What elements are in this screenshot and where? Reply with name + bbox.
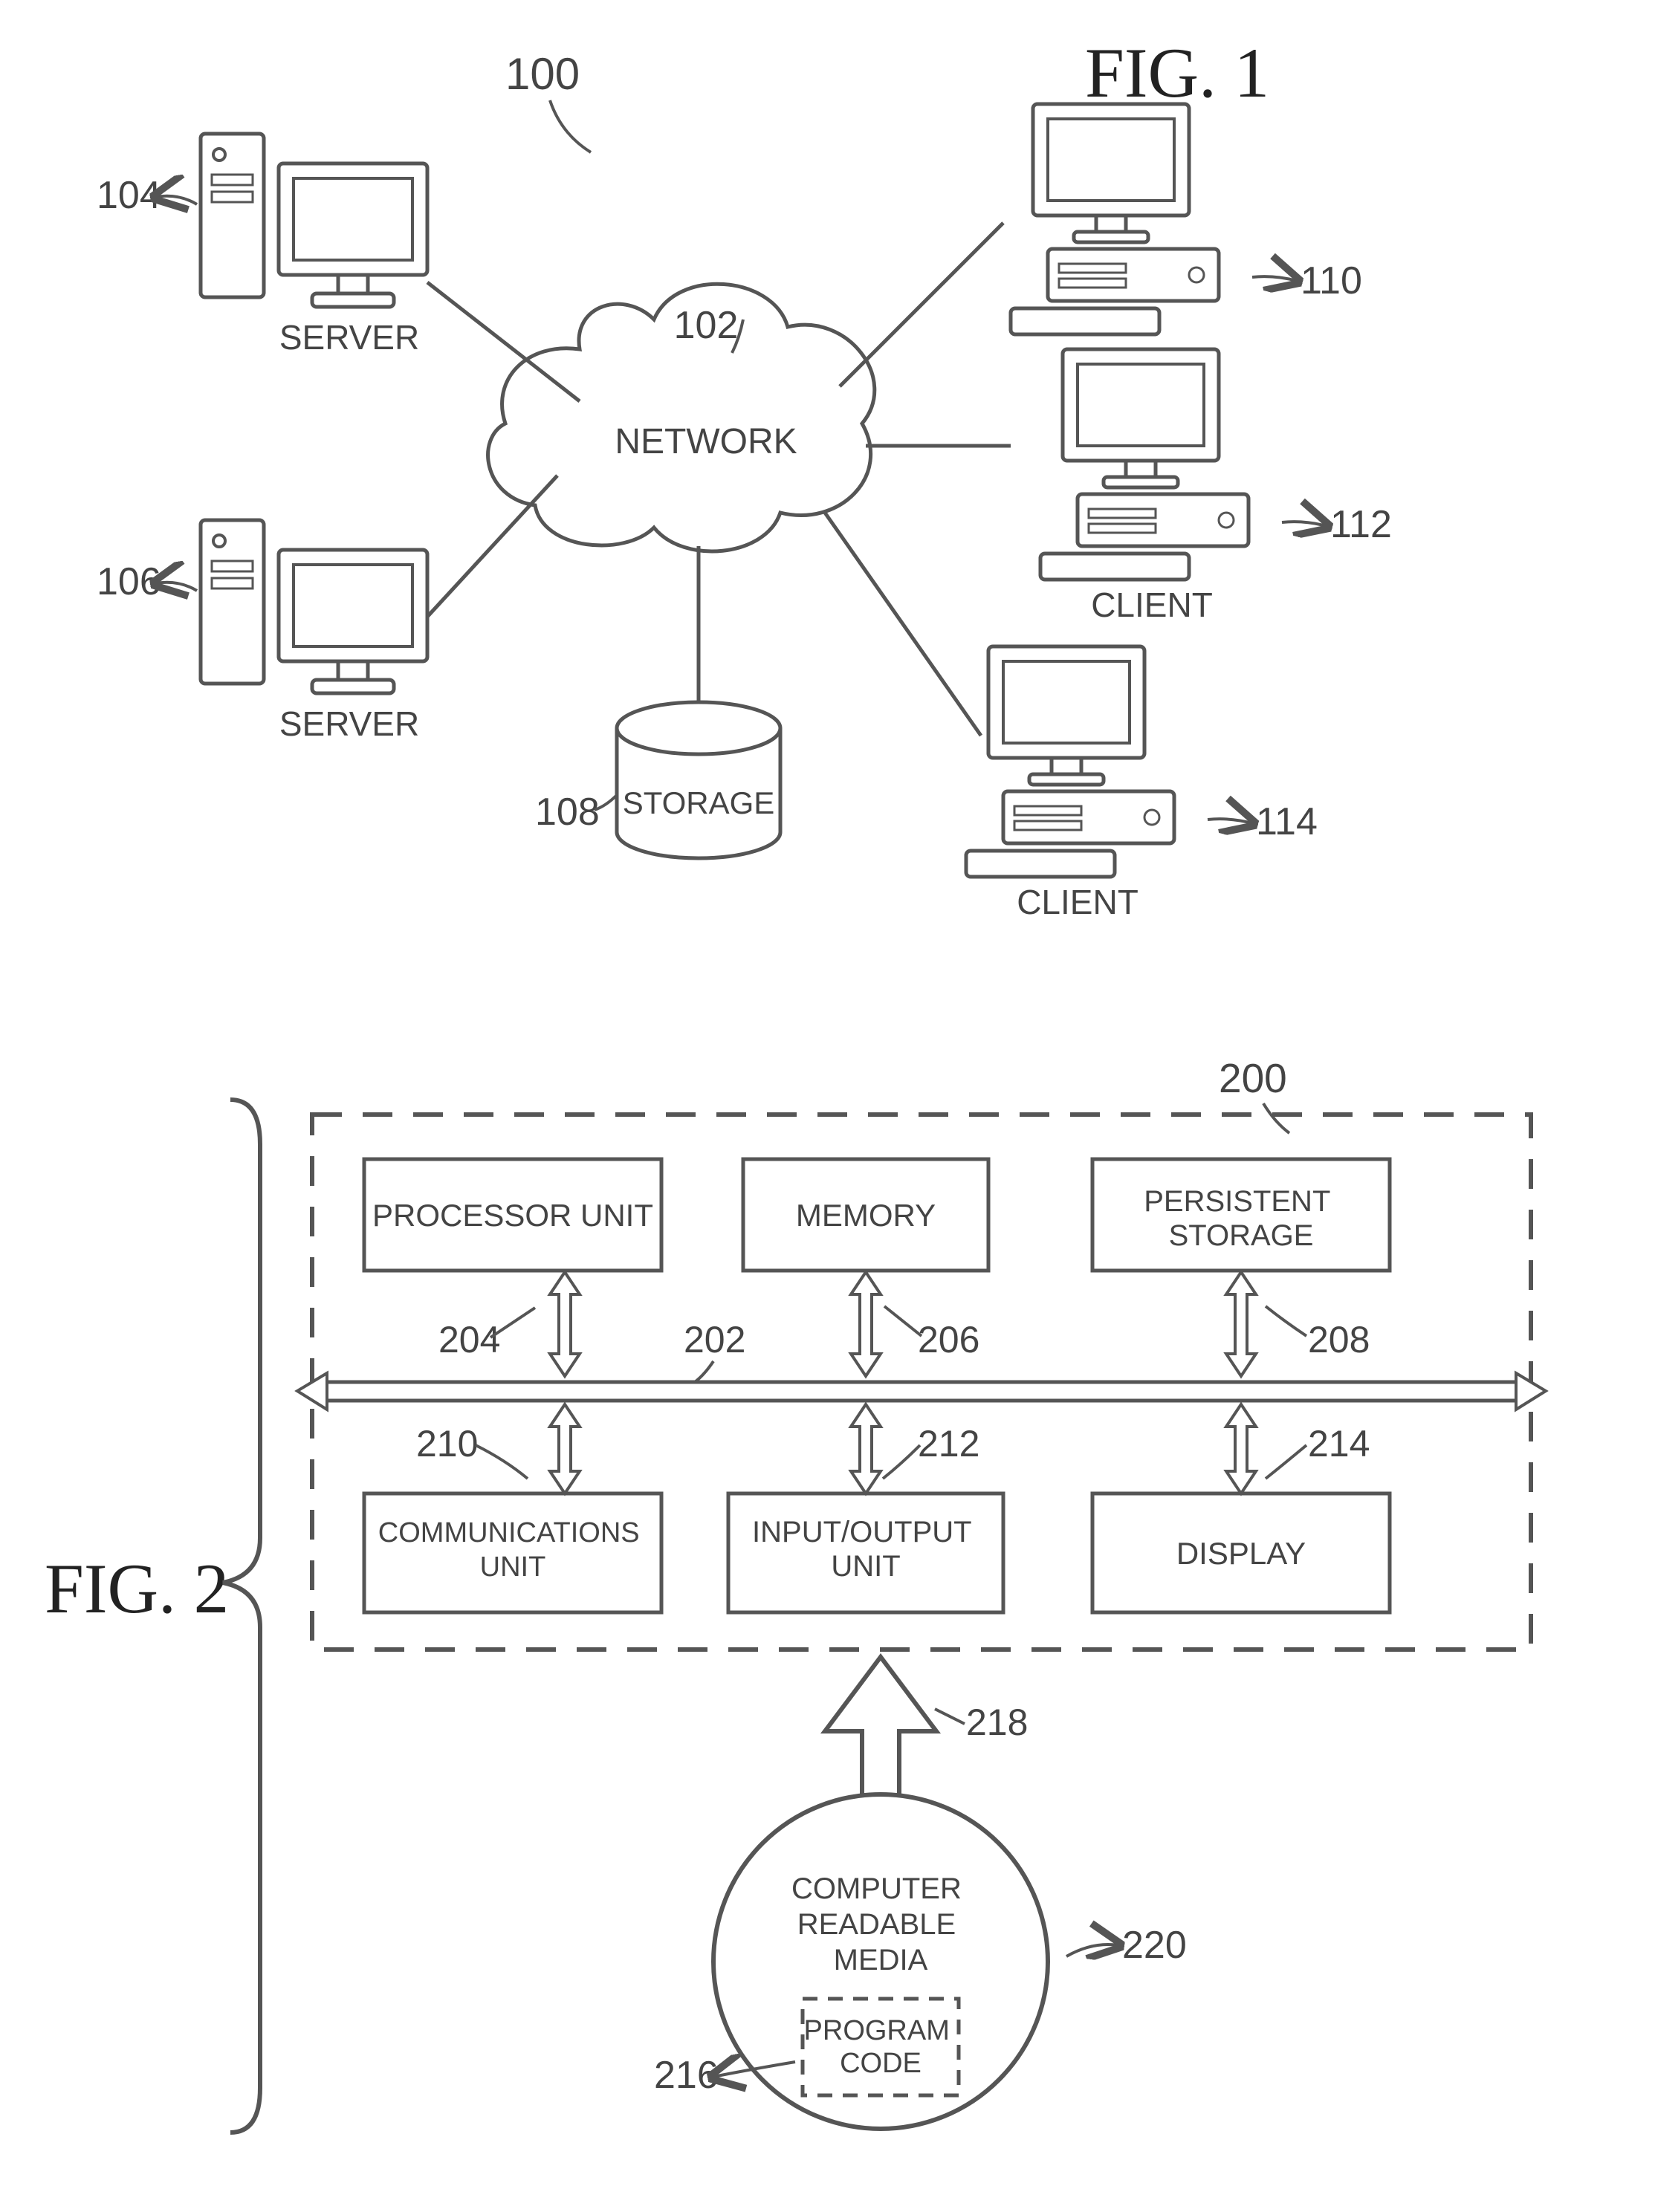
leader-110: [1252, 276, 1297, 281]
server2-label: SERVER: [279, 704, 419, 743]
processor-unit: PROCESSOR UNIT: [364, 1159, 661, 1271]
leader-206: [884, 1306, 922, 1336]
client-1: CLIENT: [1011, 104, 1219, 379]
client1-ref: 110: [1301, 259, 1362, 302]
link-client3: [825, 513, 981, 736]
client3-label: CLIENT: [1017, 883, 1139, 921]
ref-212: 212: [918, 1423, 979, 1465]
leader-106: [156, 583, 197, 591]
media-arrow: [825, 1657, 936, 1806]
link-server2: [427, 476, 557, 617]
ref-214: 214: [1308, 1423, 1370, 1465]
ref-218: 218: [966, 1702, 1028, 1743]
leader-114: [1208, 819, 1252, 823]
display-label: DISPLAY: [1176, 1536, 1306, 1571]
media-line1: COMPUTER: [791, 1872, 962, 1905]
io-unit: INPUT/OUTPUT UNIT: [728, 1493, 1003, 1612]
io-label-2: UNIT: [831, 1550, 900, 1583]
bus: [297, 1373, 1546, 1410]
fig2-title: FIG. 2: [45, 1549, 229, 1628]
ref-208: 208: [1308, 1319, 1370, 1360]
ref-220: 220: [1122, 1924, 1187, 1967]
leader-100: [550, 100, 591, 152]
leader-220: [1066, 1945, 1118, 1956]
memory-label: MEMORY: [796, 1198, 936, 1233]
persistent-label-2: STORAGE: [1169, 1219, 1314, 1252]
client-2: CLIENT: [1040, 349, 1248, 624]
server2-ref: 106: [97, 560, 161, 603]
client3-ref: 114: [1256, 800, 1318, 843]
storage-label: STORAGE: [623, 785, 775, 820]
media-circle: COMPUTER READABLE MEDIA PROGRAM CODE: [713, 1794, 1048, 2129]
leader-210: [476, 1445, 528, 1479]
figure-1: FIG. 1 100 NETWORK 102 STORAGE 108 SERVE…: [97, 33, 1392, 921]
persistent-label-1: PERSISTENT: [1144, 1185, 1330, 1218]
client-3: CLIENT: [966, 646, 1174, 921]
leader-214: [1266, 1445, 1306, 1479]
network-label: NETWORK: [615, 422, 797, 461]
fig1-ref-100: 100: [505, 49, 580, 99]
figure-2: FIG. 2 200 202 PROCESSOR UNIT MEMORY PER…: [45, 1055, 1546, 2132]
leader-104: [156, 196, 197, 204]
leader-112: [1282, 522, 1327, 526]
display-block: DISPLAY: [1092, 1493, 1390, 1612]
comms-label-2: UNIT: [480, 1551, 546, 1583]
comms-label-1: COMMUNICATIONS: [378, 1517, 640, 1548]
server-2: SERVER: [201, 520, 427, 743]
leader-212: [883, 1445, 920, 1479]
ref-204: 204: [438, 1319, 500, 1360]
leader-218: [935, 1709, 965, 1724]
storage-ref: 108: [535, 791, 600, 834]
media-line3: MEDIA: [834, 1944, 928, 1976]
communications-unit: COMMUNICATIONS UNIT: [364, 1493, 661, 1612]
program-line1: PROGRAM: [804, 2015, 950, 2046]
leader-202: [695, 1361, 713, 1382]
leader-200: [1263, 1103, 1289, 1133]
persistent-storage: PERSISTENT STORAGE: [1092, 1159, 1390, 1271]
link-server1: [427, 282, 580, 401]
processor-label: PROCESSOR UNIT: [372, 1198, 653, 1233]
server1-label: SERVER: [279, 318, 419, 357]
io-label-1: INPUT/OUTPUT: [752, 1516, 971, 1548]
server-1: SERVER: [201, 134, 427, 357]
bus-ref: 202: [684, 1319, 745, 1360]
media-line2: READABLE: [797, 1908, 956, 1941]
ref-210: 210: [416, 1423, 478, 1465]
program-line2: CODE: [840, 2048, 922, 2079]
network-ref: 102: [674, 304, 739, 347]
fig2-ref-200: 200: [1219, 1055, 1287, 1101]
server1-ref: 104: [97, 174, 161, 217]
leader-208: [1266, 1306, 1306, 1336]
link-client1: [840, 223, 1003, 386]
memory-block: MEMORY: [743, 1159, 988, 1271]
ref-206: 206: [918, 1319, 979, 1360]
client2-label: CLIENT: [1091, 586, 1213, 624]
ref-216: 216: [654, 2054, 719, 2097]
client2-ref: 112: [1330, 503, 1392, 546]
fig1-title: FIG. 1: [1085, 33, 1269, 112]
storage-cylinder: STORAGE: [617, 702, 780, 858]
